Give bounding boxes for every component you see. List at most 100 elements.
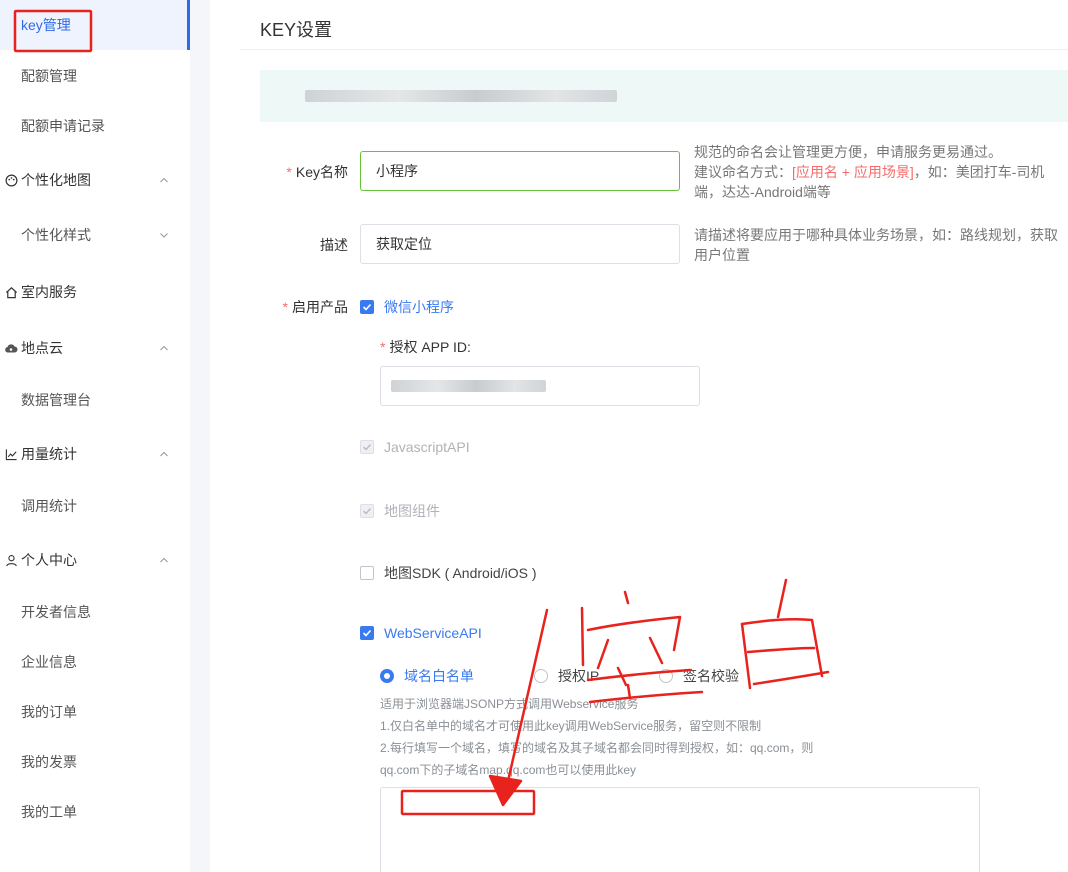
miniprogram-label: 微信小程序 [384, 299, 454, 315]
info-banner [260, 70, 1068, 122]
main-panel: KEY设置 * Key名称 小程序 规范的命名会让管理更方便，申请服务更易通过。 … [210, 0, 1068, 872]
sidebar-item-label: 企业信息 [21, 654, 77, 670]
app-id-input[interactable] [380, 366, 700, 406]
description-hint: 请描述将要应用于哪种具体业务场景，如：路线规划，获取用户位置 [694, 227, 1058, 263]
whitelist-desc-line: 2.每行填写一个域名，填写的域名及其子域名都会同时得到授权，如：qq.com，则 [380, 741, 814, 755]
radio-unselected-icon [659, 669, 673, 683]
sidebar-item-label: 配额申请记录 [21, 118, 105, 134]
map-sdk-checkbox[interactable]: 地图SDK ( Android/iOS ) [360, 563, 537, 583]
sidebar-item-label: 配额管理 [21, 68, 77, 84]
palette-icon [4, 173, 18, 187]
page-title: KEY设置 [260, 20, 333, 40]
checkbox-unchecked-icon [360, 566, 374, 580]
checkbox-disabled-checked-icon [360, 504, 374, 518]
sidebar-item-label: 我的工单 [21, 804, 77, 820]
sidebar-item[interactable]: 个性化地图 [0, 160, 190, 200]
sidebar-item-label: 室内服务 [21, 284, 77, 300]
app-id-label: * 授权 APP ID: [380, 337, 471, 357]
radio-domain-whitelist[interactable]: 域名白名单 [380, 666, 474, 686]
radio-auth-ip[interactable]: 授权IP [534, 666, 599, 686]
sidebar-item-label: 个性化样式 [21, 227, 91, 243]
whitelist-desc-line: qq.com下的子域名map.qq.com也可以使用此key [380, 763, 637, 777]
key-name-hint: 规范的命名会让管理更方便，申请服务更易通过。 建议命名方式：[应用名 + 应用场… [694, 142, 1066, 202]
radio-signature-label: 签名校验 [683, 668, 739, 684]
sidebar-item[interactable]: 开发者信息 [0, 592, 190, 632]
key-name-hint-line1: 规范的命名会让管理更方便，申请服务更易通过。 [694, 144, 1002, 160]
sidebar-item[interactable]: 配额管理 [0, 56, 190, 96]
sidebar-item-label: 用量统计 [21, 446, 77, 462]
sidebar-item[interactable]: 我的工单 [0, 792, 190, 832]
webservice-label: WebServiceAPI [384, 625, 482, 641]
products-label-text: 启用产品 [292, 299, 348, 315]
sidebar-item-label: 我的订单 [21, 704, 77, 720]
sidebar-item-label: 我的发票 [21, 754, 77, 770]
sidebar-item-label: key管理 [21, 17, 71, 33]
radio-auth-ip-label: 授权IP [558, 668, 600, 684]
sidebar-gutter [190, 0, 210, 872]
radio-selected-icon [380, 669, 394, 683]
sidebar-item[interactable]: 地点云 [0, 328, 190, 368]
map-sdk-label: 地图SDK ( Android/iOS ) [384, 565, 537, 581]
radio-domain-whitelist-label: 域名白名单 [404, 668, 474, 684]
checkbox-checked-icon [360, 626, 374, 640]
whitelist-description: 适用于浏览器端JSONP方式调用Webservice服务 1.仅白名单中的域名才… [380, 693, 850, 781]
key-name-hint-mid: 建议命名方式： [694, 164, 792, 180]
radio-unselected-icon [534, 669, 548, 683]
description-label: 描述 [320, 237, 348, 253]
sidebar-item[interactable]: 数据管理台 [0, 380, 190, 420]
redacted-app-id [391, 380, 546, 392]
sidebar-item[interactable]: 我的订单 [0, 692, 190, 732]
sidebar-item[interactable]: key管理 [0, 0, 190, 50]
line-chart-icon [4, 447, 18, 461]
key-name-value: 小程序 [376, 163, 418, 179]
whitelist-desc-line: 适用于浏览器端JSONP方式调用Webservice服务 [380, 697, 639, 711]
map-component-label: 地图组件 [384, 503, 440, 519]
key-name-hint-format: [应用名 + 应用场景] [792, 164, 914, 180]
js-api-checkbox[interactable]: JavascriptAPI [360, 439, 470, 455]
checkbox-disabled-checked-icon [360, 440, 374, 454]
sidebar-item[interactable]: 个人中心 [0, 540, 190, 580]
miniprogram-checkbox[interactable]: 微信小程序 [360, 297, 454, 317]
required-mark: * [282, 299, 288, 315]
user-icon [4, 553, 18, 567]
required-mark: * [286, 164, 292, 180]
sidebar-item[interactable]: 用量统计 [0, 434, 190, 474]
app-id-label-text: 授权 APP ID: [389, 339, 471, 355]
sidebar-item-label: 开发者信息 [21, 604, 91, 620]
sidebar-item[interactable]: 企业信息 [0, 642, 190, 682]
sidebar-item-label: 数据管理台 [21, 392, 91, 408]
sidebar-item-label: 调用统计 [21, 498, 77, 514]
chevron-down-icon[interactable] [158, 228, 170, 240]
chevron-up-icon[interactable] [158, 553, 170, 565]
sidebar-item[interactable]: 调用统计 [0, 486, 190, 526]
sidebar-item-label: 地点云 [21, 340, 63, 356]
whitelist-desc-line: 1.仅白名单中的域名才可使用此key调用WebService服务，留空则不限制 [380, 719, 762, 733]
key-name-label: * Key名称 [280, 162, 348, 182]
cloud-icon [4, 341, 18, 355]
sidebar-item[interactable]: 配额申请记录 [0, 106, 190, 146]
chevron-up-icon[interactable] [158, 173, 170, 185]
description-value: 获取定位 [376, 236, 432, 252]
key-name-input[interactable]: 小程序 [360, 151, 680, 191]
title-divider [240, 49, 1068, 50]
chevron-up-icon[interactable] [158, 447, 170, 459]
redacted-key-text [305, 90, 617, 102]
sidebar-item-label: 个人中心 [21, 552, 77, 568]
sidebar-item-label: 个性化地图 [21, 172, 91, 188]
sidebar-item[interactable]: 个性化样式 [0, 215, 190, 255]
webservice-checkbox[interactable]: WebServiceAPI [360, 625, 482, 641]
key-name-label-text: Key名称 [295, 164, 348, 180]
description-input[interactable]: 获取定位 [360, 224, 680, 264]
sidebar-item[interactable]: 我的发票 [0, 742, 190, 782]
map-component-checkbox[interactable]: 地图组件 [360, 501, 440, 521]
sidebar-item[interactable]: 室内服务 [0, 272, 190, 312]
checkbox-checked-icon [360, 300, 374, 314]
products-label: * 启用产品 [270, 297, 348, 317]
js-api-label: JavascriptAPI [384, 439, 470, 455]
sidebar: key管理配额管理配额申请记录 个性化地图个性化样式室内服务地点云数据管理台用量统… [0, 0, 190, 872]
required-mark: * [380, 339, 386, 355]
home-icon [4, 285, 18, 299]
chevron-up-icon[interactable] [158, 341, 170, 353]
domain-whitelist-textarea[interactable] [380, 787, 980, 872]
radio-signature[interactable]: 签名校验 [659, 666, 739, 686]
